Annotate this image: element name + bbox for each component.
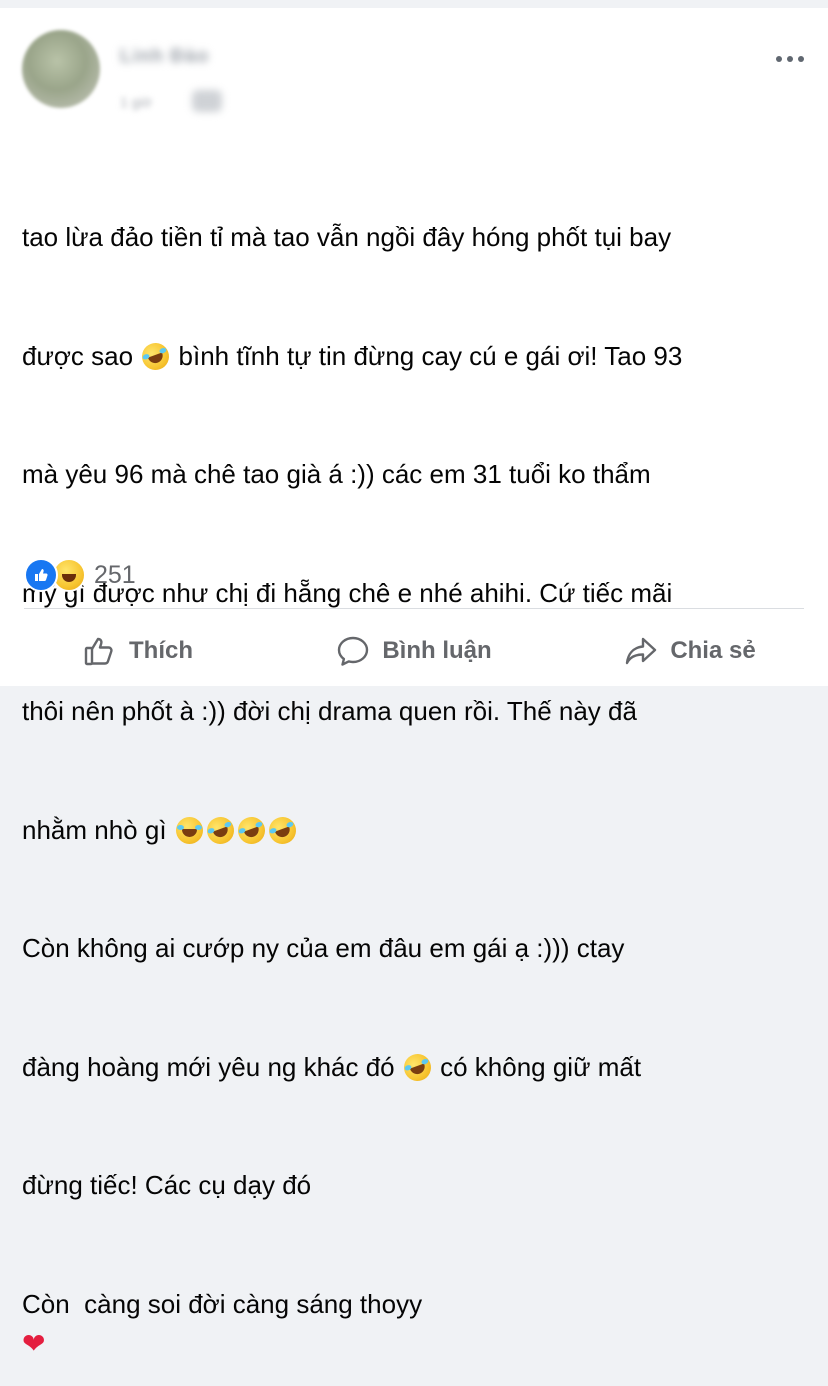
share-label: Chia sẻ [670,637,756,664]
post-header: Linh Đào 1 giờ [22,30,804,120]
post-line: được sao bình tĩnh tự tin đừng cay cú e … [22,337,812,377]
post-text: tao lừa đảo tiền tỉ mà tao vẫn ngồi đây … [22,139,812,1386]
rofl-emoji-icon [400,1049,435,1085]
post-line: tao lừa đảo tiền tỉ mà tao vẫn ngồi đây … [22,222,672,252]
post-card: Linh Đào 1 giờ tao lừa đảo tiền tỉ mà ta… [0,8,828,1360]
divider [24,608,804,609]
like-reaction-icon [24,558,58,592]
reaction-summary[interactable]: 251 [24,558,136,592]
post-line: đừng tiếc! Các cụ dạy đó [22,1170,312,1200]
post-line: mà yêu 96 mà chê tao già á :)) các em 31… [22,459,651,489]
reaction-count: 251 [94,560,136,589]
thumbs-up-icon [83,634,117,668]
dot-icon [787,56,793,62]
dot-icon [798,56,804,62]
more-options-button[interactable] [770,44,810,74]
privacy-icon [192,90,222,112]
post-line: đàng hoàng mới yêu ng khác đó có không g… [22,1048,812,1088]
comment-icon [336,634,370,668]
rofl-emoji-icon [138,338,174,374]
post-line: nhằm nhò gì [22,811,812,851]
post-line: thôi nên phốt à :)) đời chị drama quen r… [22,696,637,726]
comment-label: Bình luận [382,637,492,664]
joy-emoji-icon [175,816,203,844]
post-line: Còn không ai cướp ny của em đâu em gái ạ… [22,933,625,963]
like-button[interactable]: Thích [0,618,276,684]
action-bar: Thích Bình luận Chia sẻ [0,618,828,684]
heart-emoji-icon: ❤ [22,1327,46,1360]
dot-icon [776,56,782,62]
like-label: Thích [129,637,193,664]
rofl-emoji-icon [264,812,300,848]
share-button[interactable]: Chia sẻ [552,618,828,684]
comment-button[interactable]: Bình luận [276,618,552,684]
post-line: Còn càng soi đời càng sáng thoyy ❤ [22,1285,812,1364]
author-avatar[interactable] [22,30,100,108]
author-name[interactable]: Linh Đào [120,46,209,68]
share-icon [624,634,658,668]
rofl-emoji-icon [233,812,269,848]
rofl-emoji-icon [202,812,238,848]
post-timestamp[interactable]: 1 giờ [120,94,152,110]
